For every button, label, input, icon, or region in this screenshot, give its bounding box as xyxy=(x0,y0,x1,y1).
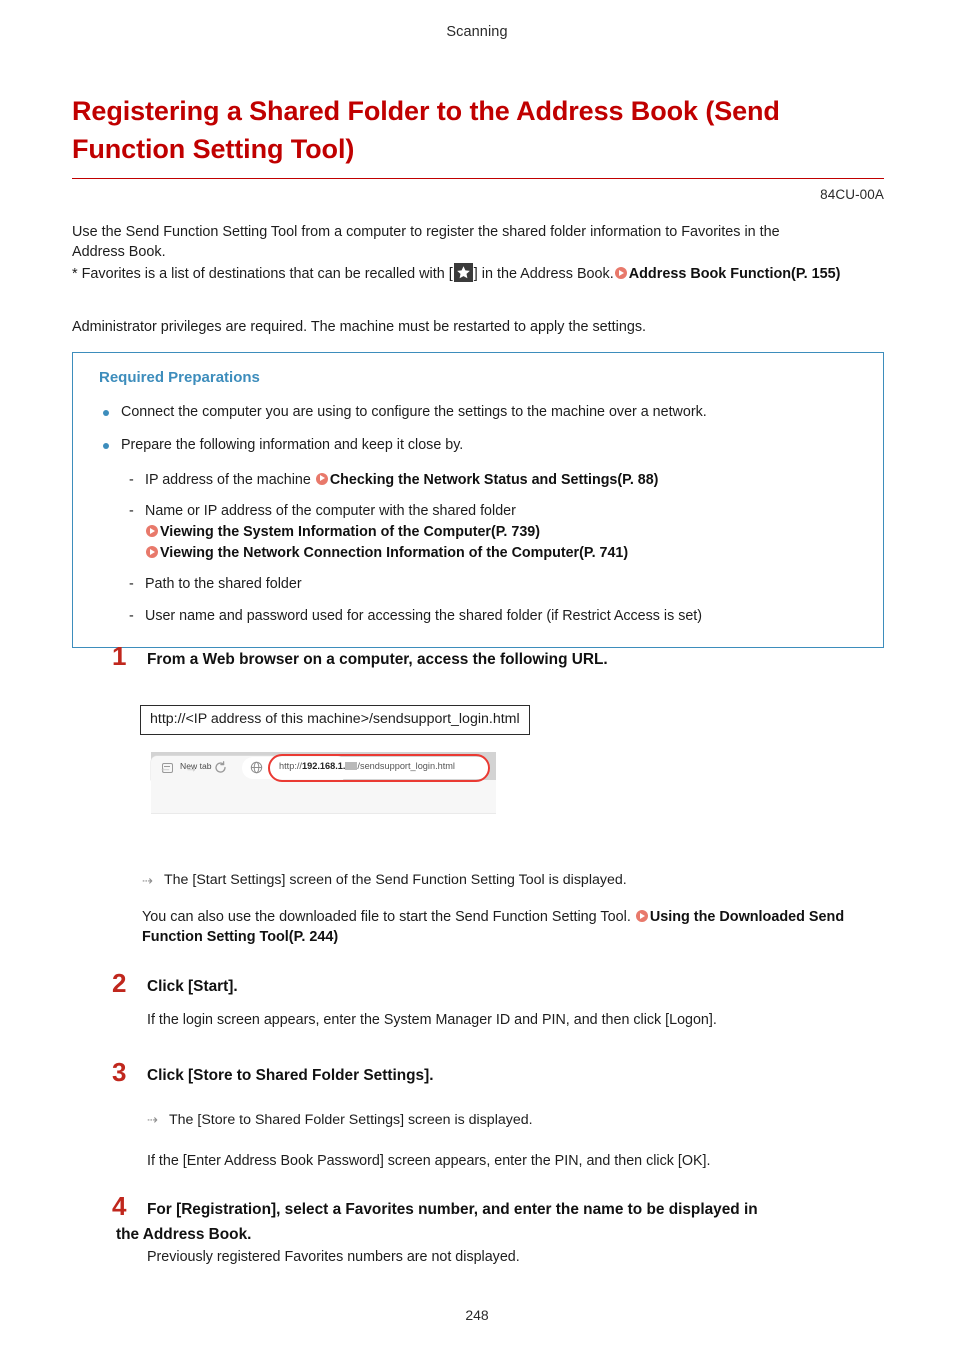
cross-reference-arrow-icon xyxy=(146,545,158,558)
prep-sub-item-2-link-row-2: Viewing the Network Connection Informati… xyxy=(145,543,861,564)
browser-content-area xyxy=(151,813,496,849)
step-2-body: If the login screen appears, enter the S… xyxy=(147,1012,717,1028)
prep-bullet-1: Connect the computer you are using to co… xyxy=(99,403,861,422)
prep-sub-item-3: Path to the shared folder xyxy=(99,574,861,595)
browser-navbar xyxy=(151,780,496,813)
favorites-note: * Favorites is a list of destinations th… xyxy=(72,262,884,284)
step-1-number: 1 xyxy=(112,641,127,671)
intro-paragraph: Use the Send Function Setting Tool from … xyxy=(72,222,884,284)
browser-left-margin xyxy=(142,752,151,849)
page-number-footer: 248 xyxy=(465,1307,489,1323)
prep-sub-item-2-text: Name or IP address of the computer with … xyxy=(145,503,516,520)
running-header: Scanning xyxy=(446,24,508,40)
star-key-icon xyxy=(453,262,473,282)
admin-note: Administrator privileges are required. T… xyxy=(72,319,647,335)
prep-sub-item-2: Name or IP address of the computer with … xyxy=(99,501,861,563)
step-3-head: 3 Click [Store to Shared Folder Settings… xyxy=(72,1059,884,1090)
step-4-title-line-2: the Address Book. xyxy=(116,1225,252,1243)
step-1-extra-note: You can also use the downloaded file to … xyxy=(142,907,884,948)
url-highlight-annotation xyxy=(268,754,490,782)
browser-window-mock: New tab × + ← → http://192 xyxy=(142,752,496,849)
step-1: 1 From a Web browser on a computer, acce… xyxy=(72,643,884,674)
page-title-line-2: Function Setting Tool) xyxy=(72,134,355,165)
document-code: 84CU-00A xyxy=(820,186,884,202)
step-1-title: From a Web browser on a computer, access… xyxy=(147,651,608,668)
step-1-result: ⇢ The [Start Settings] screen of the Sen… xyxy=(142,872,884,888)
required-preparations-box: Required Preparations Connect the comput… xyxy=(72,352,884,648)
cross-reference-arrow-icon xyxy=(614,266,627,279)
step-2-head: 2 Click [Start]. xyxy=(72,970,884,1001)
link-viewing-network-connection-information[interactable]: Viewing the Network Connection Informati… xyxy=(160,545,628,561)
intro-line-1: Use the Send Function Setting Tool from … xyxy=(72,224,780,240)
prep-bullet-2: Prepare the following information and ke… xyxy=(99,436,861,455)
link-checking-network-status[interactable]: Checking the Network Status and Settings… xyxy=(330,472,659,488)
result-arrow-icon: ⇢ xyxy=(142,873,153,888)
step-3-result: ⇢ The [Store to Shared Folder Settings] … xyxy=(72,1110,884,1131)
document-page: Scanning Registering a Shared Folder to … xyxy=(0,0,954,1350)
step-4-number: 4 xyxy=(112,1191,127,1221)
forward-icon[interactable]: → xyxy=(185,761,198,774)
step-2: 2 Click [Start]. If the login screen app… xyxy=(72,970,884,1031)
step-2-number: 2 xyxy=(112,968,127,998)
cross-reference-arrow-icon xyxy=(146,525,158,538)
step-1-head: 1 From a Web browser on a computer, acce… xyxy=(72,643,884,674)
prep-sub-item-2-link-row-1: Viewing the System Information of the Co… xyxy=(145,522,861,543)
globe-icon xyxy=(250,761,263,774)
back-icon[interactable]: ← xyxy=(159,761,172,774)
cross-reference-arrow-icon xyxy=(315,472,328,485)
page-title-line-1: Registering a Shared Folder to the Addre… xyxy=(72,96,780,126)
result-arrow-icon: ⇢ xyxy=(147,1112,158,1127)
step-4-title-line-1: For [Registration], select a Favorites n… xyxy=(147,1201,758,1218)
step-4-head: 4 For [Registration], select a Favorites… xyxy=(72,1193,884,1247)
step-3-body: If the [Enter Address Book Password] scr… xyxy=(147,1152,711,1169)
url-text: http://<IP address of this machine>/send… xyxy=(140,705,530,736)
link-viewing-system-information[interactable]: Viewing the System Information of the Co… xyxy=(160,524,540,540)
favorites-note-prefix: * Favorites is a list of destinations th… xyxy=(72,265,453,282)
prep-sub-item-1: IP address of the machine Checking the N… xyxy=(99,470,861,491)
step-1-result-text: The [Start Settings] screen of the Send … xyxy=(164,872,627,888)
step-4-body: Previously registered Favorites numbers … xyxy=(147,1249,520,1266)
url-callout: http://<IP address of this machine>/send… xyxy=(140,705,530,736)
reload-icon[interactable] xyxy=(214,761,227,774)
step-4-title: For [Registration], select a Favorites n… xyxy=(116,1201,758,1243)
browser-screenshot-figure: New tab × + ← → http://192 xyxy=(142,752,496,849)
step-1-extra-note-text: You can also use the downloaded file to … xyxy=(142,909,635,925)
favorites-note-suffix: ] in the Address Book. xyxy=(473,265,614,282)
step-1-result-note: ⇢ The [Start Settings] screen of the Sen… xyxy=(142,872,884,888)
intro-line-2: Address Book. xyxy=(72,244,166,261)
prep-sub-item-1-text: IP address of the machine xyxy=(145,471,315,488)
link-address-book-function[interactable]: Address Book Function(P. 155) xyxy=(629,266,841,282)
step-3-number: 3 xyxy=(112,1057,127,1087)
title-block: Registering a Shared Folder to the Addre… xyxy=(72,92,884,202)
title-divider xyxy=(72,177,884,179)
step-3-result-note: ⇢ The [Store to Shared Folder Settings] … xyxy=(147,1110,884,1131)
step-4: 4 For [Registration], select a Favorites… xyxy=(72,1193,884,1268)
step-3: 3 Click [Store to Shared Folder Settings… xyxy=(72,1059,884,1171)
step-3-result-text: The [Store to Shared Folder Settings] sc… xyxy=(169,1112,533,1128)
step-3-title: Click [Store to Shared Folder Settings]. xyxy=(147,1067,434,1084)
required-preparations-title: Required Preparations xyxy=(99,369,260,386)
prep-sub-item-4: User name and password used for accessin… xyxy=(99,606,861,627)
page-title: Registering a Shared Folder to the Addre… xyxy=(72,92,884,169)
cross-reference-arrow-icon xyxy=(635,910,648,922)
